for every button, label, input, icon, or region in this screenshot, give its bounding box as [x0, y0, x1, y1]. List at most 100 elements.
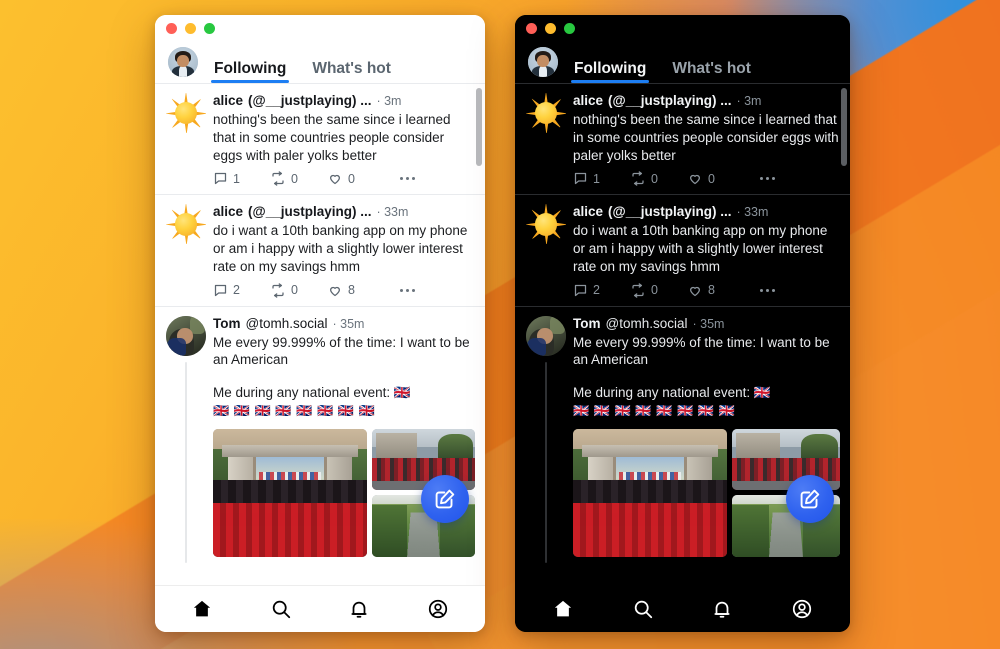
post-actions[interactable]: 2 0 8: [213, 282, 475, 301]
tab-bar-light[interactable]: Following What's hot: [211, 42, 414, 83]
nav-home-button[interactable]: [178, 589, 226, 629]
zoom-button-icon[interactable]: [564, 23, 575, 34]
photo-avatar[interactable]: [526, 315, 566, 356]
post-item[interactable]: alice (@__justplaying) ... · 33m do i wan…: [515, 194, 850, 305]
titlebar-light[interactable]: [155, 15, 485, 42]
post-handle[interactable]: (@__justplaying) ...: [248, 204, 371, 221]
post-author[interactable]: alice: [213, 93, 243, 110]
app-window-light[interactable]: Following What's hot alice (@__justplayi…: [155, 15, 485, 632]
post-body: alice (@__justplaying) ... · 33m do i wan…: [570, 204, 840, 300]
photo-avatar[interactable]: [166, 315, 206, 356]
repost-action[interactable]: 0: [630, 282, 687, 298]
post-item[interactable]: alice (@__justplaying) ... · 33m do i wan…: [155, 194, 485, 305]
reply-action[interactable]: 1: [213, 171, 270, 186]
heart-icon: [690, 286, 700, 296]
profile-icon: [428, 599, 447, 619]
compose-icon: [800, 489, 820, 509]
parade-arch-photo[interactable]: [213, 428, 367, 557]
bottom-nav-light[interactable]: [155, 585, 485, 632]
sun-emoji-avatar[interactable]: [526, 204, 566, 244]
close-button-icon[interactable]: [526, 23, 537, 34]
more-options-icon[interactable]: [760, 177, 775, 181]
post-text-line-2: Me during any national event: 🇬🇧: [213, 385, 411, 401]
titlebar-dark[interactable]: [515, 15, 850, 42]
post-item[interactable]: Tom @tomh.social · 35m Me every 99.999% …: [515, 305, 850, 563]
like-action[interactable]: 0: [687, 171, 744, 186]
close-button-icon[interactable]: [166, 23, 177, 34]
post-timestamp: · 3m: [376, 94, 402, 108]
tab-whats-hot[interactable]: What's hot: [669, 60, 754, 84]
minimize-button-icon[interactable]: [545, 23, 556, 34]
post-handle[interactable]: @tomh.social: [606, 316, 688, 333]
repost-action[interactable]: 0: [270, 171, 327, 186]
user-avatar[interactable]: [528, 47, 558, 77]
reply-action[interactable]: 2: [573, 283, 630, 298]
repost-action[interactable]: 0: [270, 282, 327, 298]
post-header: Tom @tomh.social · 35m: [213, 316, 475, 333]
post-timestamp: · 33m: [376, 205, 409, 220]
post-author[interactable]: Tom: [213, 316, 241, 333]
post-author[interactable]: Tom: [573, 316, 601, 333]
post-actions[interactable]: 1 0 0: [573, 171, 840, 189]
compose-button[interactable]: [786, 475, 834, 523]
tab-whats-hot[interactable]: What's hot: [309, 60, 394, 84]
tab-bar-dark[interactable]: Following What's hot: [571, 42, 774, 83]
like-count: 8: [708, 283, 715, 298]
nav-profile-button[interactable]: [414, 589, 462, 629]
like-action[interactable]: 8: [327, 283, 384, 298]
more-options-icon[interactable]: [400, 288, 415, 292]
reply-icon: [214, 173, 227, 185]
reply-action[interactable]: 2: [213, 283, 270, 298]
post-item[interactable]: Tom @tomh.social · 35m Me every 99.999% …: [155, 305, 485, 563]
repost-action[interactable]: 0: [630, 171, 687, 186]
reply-count: 2: [233, 283, 240, 298]
post-header: alice (@__justplaying) ... · 3m: [573, 93, 840, 110]
like-action[interactable]: 0: [327, 171, 384, 186]
nav-profile-button[interactable]: [778, 589, 826, 629]
bottom-nav-dark[interactable]: [515, 585, 850, 632]
repost-icon: [272, 171, 284, 186]
post-author[interactable]: alice: [573, 204, 603, 221]
post-actions[interactable]: 1 0 0: [213, 171, 475, 189]
post-item[interactable]: alice (@__justplaying) ... · 3m nothing's…: [515, 84, 850, 194]
feed-light[interactable]: alice (@__justplaying) ... · 3m nothing's…: [155, 83, 485, 585]
reply-action[interactable]: 1: [573, 171, 630, 186]
post-item[interactable]: alice (@__justplaying) ... · 3m nothing's…: [155, 84, 485, 194]
traffic-lights-light[interactable]: [166, 23, 215, 34]
feed-scrollbar[interactable]: [841, 88, 847, 166]
tab-following[interactable]: Following: [211, 60, 290, 84]
parade-arch-photo[interactable]: [573, 428, 727, 557]
compose-button[interactable]: [421, 475, 469, 523]
post-handle[interactable]: (@__justplaying) ...: [608, 93, 731, 110]
post-handle[interactable]: (@__justplaying) ...: [248, 93, 371, 110]
user-avatar[interactable]: [168, 47, 198, 77]
post-handle[interactable]: @tomh.social: [246, 316, 328, 333]
zoom-button-icon[interactable]: [204, 23, 215, 34]
nav-search-button[interactable]: [257, 589, 305, 629]
feed-scrollbar[interactable]: [476, 88, 482, 166]
nav-notifications-button[interactable]: [698, 589, 746, 629]
search-icon: [634, 600, 652, 619]
sun-emoji-avatar[interactable]: [526, 93, 566, 133]
post-author[interactable]: alice: [213, 204, 243, 221]
post-handle[interactable]: (@__justplaying) ...: [608, 204, 731, 221]
sun-emoji-avatar[interactable]: [166, 93, 206, 133]
post-actions[interactable]: 2 0 8: [573, 282, 840, 301]
post-header: Tom @tomh.social · 35m: [573, 316, 840, 333]
tab-following[interactable]: Following: [571, 60, 650, 84]
sun-emoji-avatar[interactable]: [166, 204, 206, 244]
post-author[interactable]: alice: [573, 93, 603, 110]
nav-search-button[interactable]: [619, 589, 667, 629]
traffic-lights-dark[interactable]: [526, 23, 575, 34]
post-text: do i want a 10th banking app on my phone…: [573, 223, 828, 274]
nav-notifications-button[interactable]: [335, 589, 383, 629]
like-action[interactable]: 8: [687, 283, 744, 298]
feed-dark[interactable]: alice (@__justplaying) ... · 3m nothing's…: [515, 83, 850, 585]
post-header: alice (@__justplaying) ... · 33m: [573, 204, 840, 221]
post-flag-row: 🇬🇧 🇬🇧 🇬🇧 🇬🇧 🇬🇧 🇬🇧 🇬🇧 🇬🇧: [573, 402, 736, 418]
more-options-icon[interactable]: [760, 288, 775, 292]
app-window-dark[interactable]: Following What's hot alice (@__justplayi…: [515, 15, 850, 632]
nav-home-button[interactable]: [539, 589, 587, 629]
minimize-button-icon[interactable]: [185, 23, 196, 34]
more-options-icon[interactable]: [400, 177, 415, 181]
